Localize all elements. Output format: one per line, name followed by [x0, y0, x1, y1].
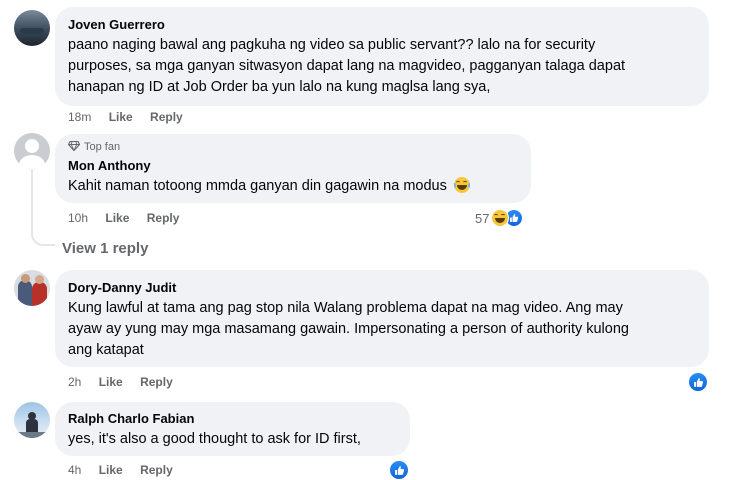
haha-emoji-icon	[453, 177, 470, 193]
avatar[interactable]	[14, 133, 50, 169]
badge-label: Top fan	[84, 141, 121, 153]
comment-text-content: Kahit naman totoong mmda ganyan din gaga…	[68, 178, 447, 194]
comment-time[interactable]: 18m	[68, 110, 91, 124]
comment-meta: 2h Like Reply	[68, 375, 173, 389]
comment-author[interactable]: Ralph Charlo Fabian	[68, 411, 194, 426]
like-button[interactable]: Like	[109, 110, 133, 124]
comment-text-line: ayaw ay yung may mga masamang gawain. Im…	[68, 321, 629, 337]
comment-text-line: purposes, sa mga ganyan sitwasyon dapat …	[68, 58, 626, 74]
like-icon[interactable]	[688, 372, 708, 392]
comment-text-line: ang katapat	[68, 342, 144, 358]
like-icon[interactable]	[389, 460, 409, 480]
comment-text-line: hanapan ng ID at Job Order ba yun lalo n…	[68, 79, 491, 95]
comment-text: paano naging bawal ang pagkuha ng video …	[68, 35, 708, 98]
comment-author[interactable]: Mon Anthony	[68, 158, 151, 173]
thread-line	[31, 166, 33, 232]
comment-text: Kung lawful at tama ang pag stop nila Wa…	[68, 298, 708, 361]
comment-time[interactable]: 2h	[68, 375, 81, 389]
comment-time[interactable]: 10h	[68, 211, 88, 225]
view-replies-link[interactable]: View 1 reply	[62, 240, 148, 257]
comment-text-line: paano naging bawal ang pagkuha ng video …	[68, 37, 596, 53]
diamond-icon	[67, 140, 81, 154]
reply-button[interactable]: Reply	[140, 375, 173, 389]
avatar[interactable]	[14, 402, 50, 438]
comment-text: yes, it's also a good thought to ask for…	[68, 431, 361, 447]
reaction-summary[interactable]: 57	[475, 209, 524, 227]
comment-meta: 10h Like Reply	[68, 211, 179, 225]
comment-meta: 4h Like Reply	[68, 463, 173, 477]
reply-button[interactable]: Reply	[140, 463, 173, 477]
like-button[interactable]: Like	[99, 463, 123, 477]
avatar[interactable]	[14, 10, 50, 46]
like-button[interactable]: Like	[99, 375, 123, 389]
thread-curve	[31, 226, 55, 246]
comment-meta: 18m Like Reply	[68, 110, 183, 124]
reaction-count: 57	[475, 210, 490, 226]
top-fan-badge: Top fan	[67, 140, 121, 154]
comment-author[interactable]: Dory-Danny Judit	[68, 280, 176, 295]
reply-button[interactable]: Reply	[150, 110, 183, 124]
comment-text: Kahit naman totoong mmda ganyan din gaga…	[68, 176, 470, 197]
like-button[interactable]: Like	[105, 211, 129, 225]
reply-button[interactable]: Reply	[147, 211, 180, 225]
comment-time[interactable]: 4h	[68, 463, 81, 477]
comment-author[interactable]: Joven Guerrero	[68, 17, 165, 32]
comment-text-line: Kung lawful at tama ang pag stop nila Wa…	[68, 300, 623, 316]
avatar[interactable]	[14, 270, 50, 306]
